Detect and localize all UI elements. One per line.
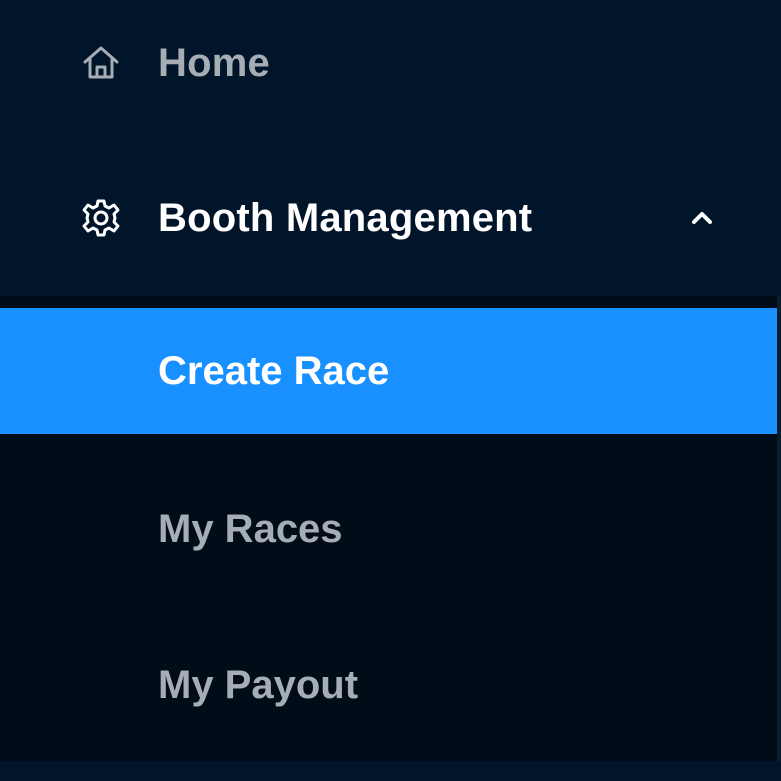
submenu-item-my-payout[interactable]: My Payout xyxy=(0,622,781,748)
menu-item-label: Home xyxy=(158,40,270,85)
submenu-booth-management: Create Race My Races My Payout xyxy=(0,296,781,761)
submenu-item-label: Create Race xyxy=(158,348,390,393)
scrollbar-track xyxy=(777,296,781,761)
menu-item-booth-management[interactable]: Booth Management xyxy=(0,155,781,281)
submenu-item-label: My Races xyxy=(158,506,343,551)
menu-divider xyxy=(0,761,781,781)
menu-item-label: Booth Management xyxy=(158,195,533,240)
submenu-item-label: My Payout xyxy=(158,662,359,707)
sidebar-menu: Home Booth Management Create Race My Rac… xyxy=(0,0,781,781)
chevron-up-icon[interactable] xyxy=(687,203,717,233)
home-icon xyxy=(80,42,122,84)
submenu-item-create-race[interactable]: Create Race xyxy=(0,308,777,434)
gear-icon xyxy=(80,197,122,239)
menu-item-home[interactable]: Home xyxy=(0,0,781,126)
submenu-item-my-races[interactable]: My Races xyxy=(0,466,781,592)
